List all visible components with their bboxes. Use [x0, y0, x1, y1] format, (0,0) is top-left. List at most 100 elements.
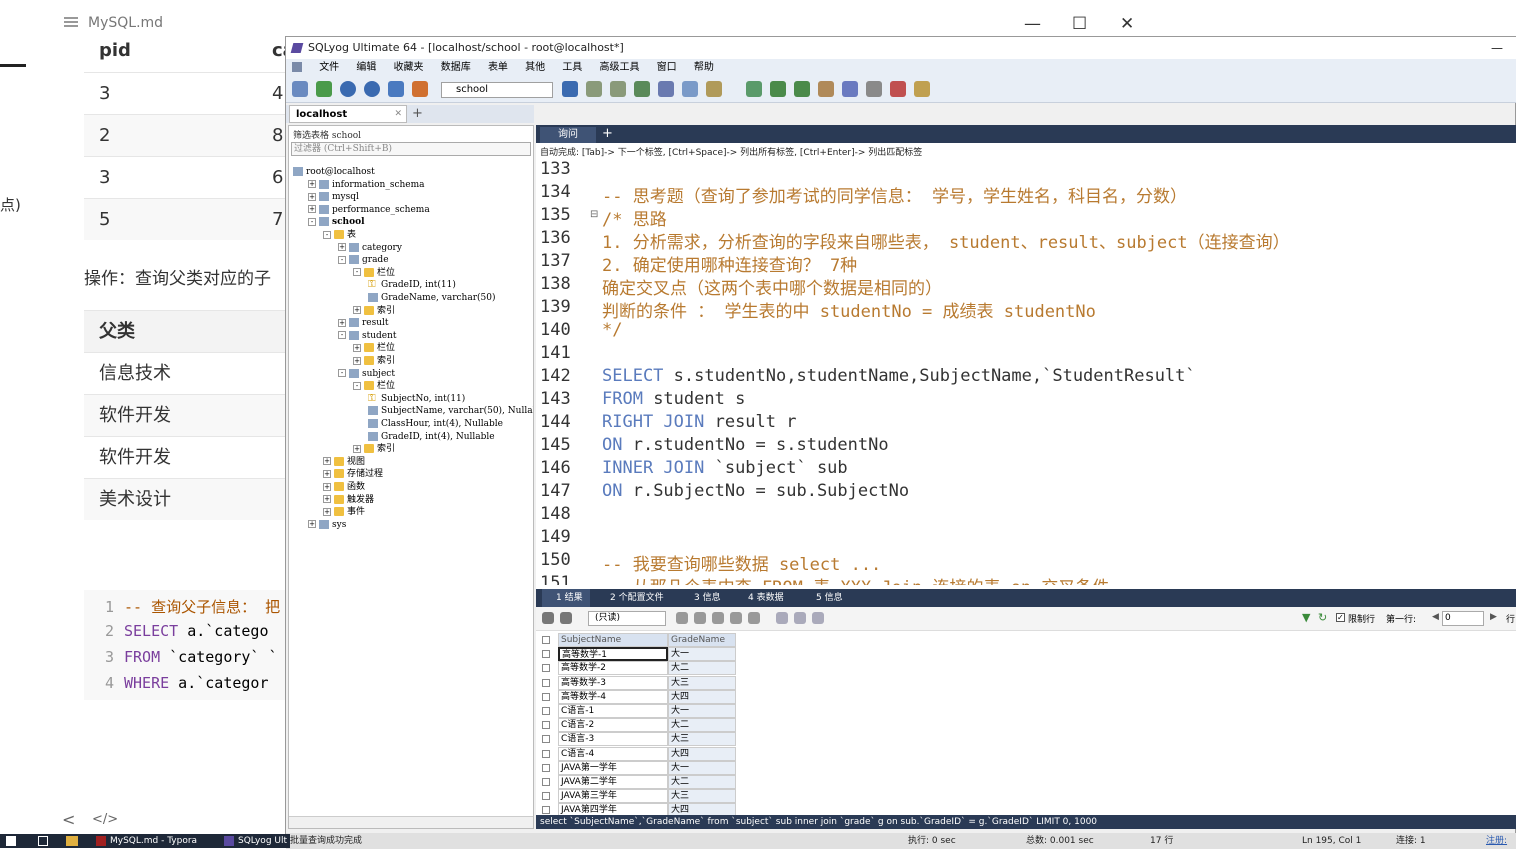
notifications-icon[interactable] — [770, 81, 786, 97]
import-icon[interactable] — [586, 81, 602, 97]
select-all-checkbox[interactable] — [542, 636, 550, 644]
tree-node[interactable]: + 存储过程 — [323, 468, 383, 480]
grid-cell[interactable]: 大一 — [668, 647, 736, 662]
row-checkbox[interactable] — [542, 664, 550, 673]
table-row[interactable]: C语言-2 大二 — [540, 718, 736, 733]
maximize-icon[interactable]: ☐ — [1072, 14, 1087, 34]
refresh-icon[interactable] — [316, 81, 332, 97]
export-icon[interactable] — [610, 81, 626, 97]
filter-icon[interactable]: ▼ — [1302, 611, 1310, 624]
form-mode-icon[interactable] — [794, 612, 806, 624]
tree-node[interactable]: ⚿ SubjectNo, int(11) — [368, 393, 465, 405]
grid-view-icon[interactable] — [542, 612, 554, 624]
tree-node[interactable]: + 索引 — [353, 355, 395, 367]
table-row[interactable]: C语言-4 大四 — [540, 746, 736, 761]
database-select[interactable]: school — [441, 82, 553, 98]
expand-icon[interactable]: + — [308, 180, 316, 189]
collapse-icon[interactable]: - — [338, 331, 346, 340]
expand-icon[interactable]: + — [308, 192, 316, 201]
query-editor[interactable]: 询问 + 自动完成: [Tab]-> 下一个标签, [Ctrl+Space]->… — [536, 125, 1516, 598]
collapse-icon[interactable]: - — [323, 230, 331, 239]
collapse-icon[interactable]: - — [353, 268, 361, 277]
result-grid[interactable]: SubjectName GradeName 高等数学-1 大一 高等数学-2 大二 高等数学… — [540, 633, 736, 829]
grid-cell[interactable]: 大三 — [668, 675, 736, 690]
expand-icon[interactable]: + — [308, 205, 316, 214]
add-tab-icon[interactable]: + — [412, 105, 423, 123]
tab-table-data[interactable]: 4 表数据 — [736, 589, 784, 607]
prev-page-icon[interactable]: ◀ — [1432, 612, 1439, 622]
migration-icon[interactable] — [818, 81, 834, 97]
backup-icon[interactable] — [412, 81, 428, 97]
tree-node[interactable]: GradeName, varchar(50) — [368, 292, 496, 304]
row-checkbox[interactable] — [542, 749, 550, 758]
menu-file[interactable]: 文件 — [319, 62, 339, 73]
text-mode-icon[interactable] — [812, 612, 824, 624]
copy-icon[interactable] — [676, 612, 688, 624]
table-row[interactable]: 高等数学-2 大二 — [540, 661, 736, 676]
expand-icon[interactable]: + — [353, 343, 361, 352]
delete-icon[interactable] — [730, 612, 742, 624]
tab-info-2[interactable]: 5 信息 — [804, 589, 843, 607]
tree-node[interactable]: - 栏位 — [353, 380, 395, 392]
menu-favorites[interactable]: 收藏夹 — [394, 62, 424, 73]
tree-node[interactable]: + 视图 — [323, 456, 365, 468]
tab-query[interactable]: 询问 — [540, 127, 596, 143]
stop-icon[interactable] — [388, 81, 404, 97]
grid-mode-icon[interactable] — [776, 612, 788, 624]
grid-cell[interactable]: C语言-1 — [558, 704, 668, 718]
form-view-icon[interactable] — [560, 612, 572, 624]
expand-icon[interactable]: + — [323, 469, 331, 478]
tab-localhost[interactable]: localhost ✕ — [289, 105, 407, 123]
tree-node[interactable]: + 索引 — [353, 305, 395, 317]
menu-other[interactable]: 其他 — [525, 62, 545, 73]
table-row[interactable]: JAVA第三学年 大三 — [540, 789, 736, 804]
tree-node[interactable]: - grade — [338, 254, 389, 266]
table-row[interactable]: JAVA第一学年 大一 — [540, 760, 736, 775]
task-view-icon[interactable] — [38, 836, 48, 846]
grid-cell[interactable]: C语言-3 — [558, 732, 668, 747]
tree-node[interactable]: SubjectName, varchar(50), Nullabl — [368, 405, 533, 417]
analyzer-icon[interactable] — [890, 81, 906, 97]
execute-all-icon[interactable] — [364, 81, 380, 97]
collapse-icon[interactable]: - — [353, 381, 361, 390]
collapse-icon[interactable]: - — [338, 369, 346, 378]
register-link[interactable]: 注册: — [1486, 833, 1507, 849]
row-checkbox[interactable] — [542, 778, 550, 786]
grid-cell[interactable]: 高等数学-1 — [558, 647, 668, 662]
tree-node[interactable]: GradeID, int(4), Nullable — [368, 431, 495, 443]
tree-node[interactable]: + 事件 — [323, 506, 365, 518]
grid-cell[interactable]: C语言-2 — [558, 718, 668, 733]
nav-back-icon[interactable]: < — [62, 810, 75, 829]
tree-node[interactable]: + 栏位 — [353, 342, 395, 354]
taskbar-sqlyog[interactable]: SQLyog Ult — [238, 834, 287, 848]
tree-node[interactable]: + information_schema — [308, 179, 425, 191]
scheduler-icon[interactable] — [746, 81, 762, 97]
table-designer-icon[interactable] — [682, 81, 698, 97]
grid-cell[interactable]: 大三 — [668, 732, 736, 747]
first-row-input[interactable]: 0 — [1442, 611, 1484, 626]
menu-help[interactable]: 帮助 — [694, 62, 714, 73]
tree-node[interactable]: - student — [338, 330, 397, 342]
profiler-icon[interactable] — [842, 81, 858, 97]
tab-profiler[interactable]: 2 个配置文件 — [600, 589, 664, 607]
close-tab-icon[interactable]: ✕ — [394, 106, 402, 123]
menu-table[interactable]: 表单 — [488, 62, 508, 73]
tree-node[interactable]: + mysql — [308, 191, 359, 203]
grid-cell[interactable]: JAVA第二学年 — [558, 775, 668, 789]
menu-window[interactable]: 窗口 — [657, 62, 677, 73]
grid-cell[interactable]: 大一 — [668, 760, 736, 775]
tree-node[interactable]: + category — [338, 242, 402, 254]
tree-node[interactable]: - school — [308, 216, 365, 228]
expand-icon[interactable]: + — [323, 482, 331, 491]
tree-node[interactable]: - subject — [338, 368, 395, 380]
tree-node[interactable]: ⚿ GradeID, int(11) — [368, 279, 456, 291]
column-header[interactable]: SubjectName — [558, 633, 668, 647]
menu-advanced-tools[interactable]: 高级工具 — [600, 62, 640, 73]
typora-app-icon[interactable] — [96, 836, 106, 846]
tree-node[interactable]: + performance_schema — [308, 204, 430, 216]
readonly-select[interactable]: (只读) — [588, 611, 666, 626]
source-code-icon[interactable]: </> — [92, 812, 118, 827]
grid-cell[interactable]: 大二 — [668, 775, 736, 789]
menu-tools[interactable]: 工具 — [562, 62, 582, 73]
collapse-icon[interactable]: - — [308, 217, 316, 226]
